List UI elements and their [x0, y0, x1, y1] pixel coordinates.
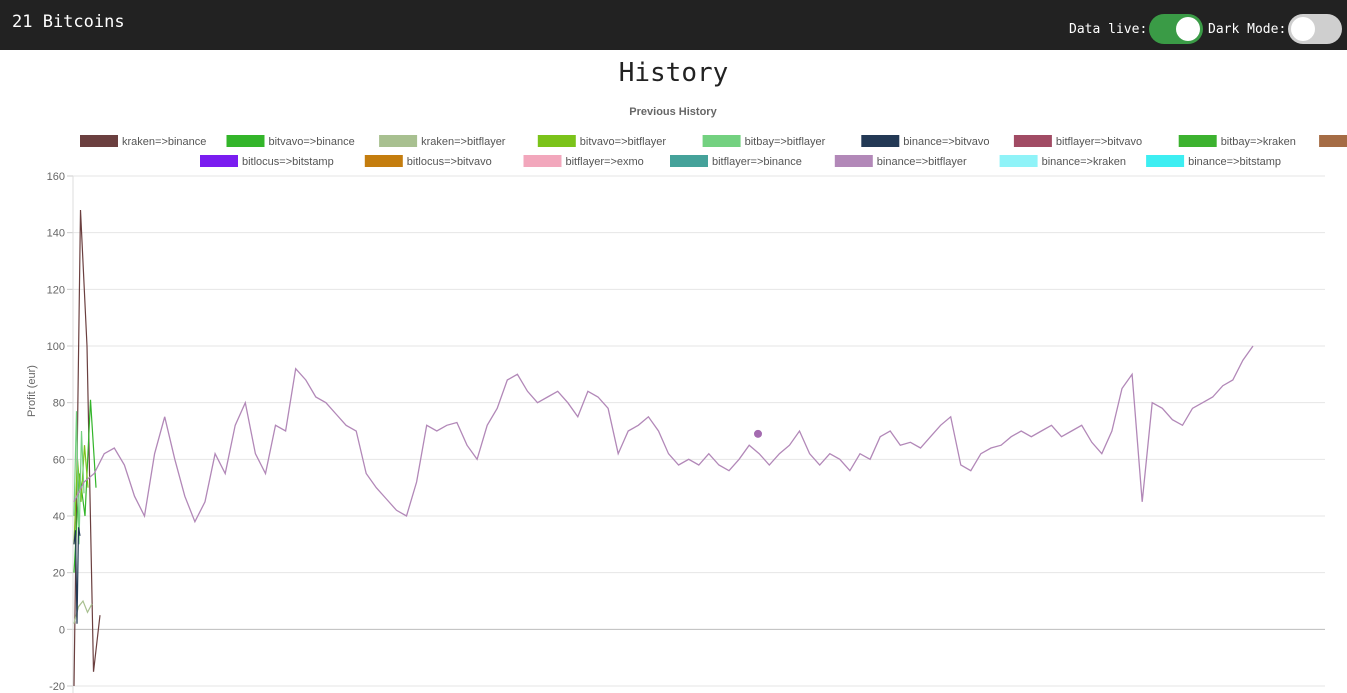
data-live-switch-knob [1176, 17, 1201, 41]
y-tick-label-5: 80 [53, 398, 65, 410]
legend-swatch-12 [670, 155, 708, 167]
dark-mode-label: Dark Mode: [1208, 21, 1287, 37]
y-tick-label-8: 140 [47, 228, 65, 240]
dark-mode-toggle-group: Dark Mode: [1208, 14, 1343, 44]
legend-label-3: bitvavo=>bitflayer [580, 136, 667, 148]
legend-swatch-1 [226, 135, 265, 147]
legend-label-10: bitlocus=>bitvavo [407, 156, 492, 168]
legend-swatch-5 [861, 135, 900, 147]
legend-swatch-0 [80, 135, 118, 147]
legend-label-13: binance=>bitflayer [877, 156, 967, 168]
legend-label-6: bitflayer=>bitvavo [1056, 136, 1142, 148]
legend-swatch-10 [364, 155, 403, 167]
top-navbar: 21 Bitcoins Data live: Dark Mode: [0, 0, 1347, 50]
legend-label-12: bitflayer=>binance [712, 156, 802, 168]
data-live-label: Data live: [1069, 21, 1148, 37]
legend-swatch-9 [200, 155, 238, 167]
brand-title[interactable]: 21 Bitcoins [12, 12, 125, 32]
legend-swatch-15 [1146, 155, 1185, 167]
y-tick-label-4: 60 [53, 454, 65, 466]
legend-swatch-6 [1013, 135, 1052, 147]
legend-swatch-13 [834, 155, 873, 167]
dark-mode-switch-knob [1291, 17, 1316, 41]
legend-swatch-11 [523, 155, 562, 167]
legend-label-2: kraken=>bitflayer [421, 136, 506, 148]
y-tick-label-3: 40 [53, 511, 65, 523]
legend-label-11: bitflayer=>exmo [566, 156, 644, 168]
legend-swatch-8 [1319, 135, 1347, 147]
chart-title: Previous History [629, 106, 717, 118]
y-tick-label-7: 120 [47, 284, 65, 296]
legend-label-5: binance=>bitvavo [903, 136, 989, 148]
y-tick-label-9: 160 [47, 171, 65, 183]
legend-label-9: bitlocus=>bitstamp [242, 156, 334, 168]
legend-label-4: bitbay=>bitflayer [745, 136, 826, 148]
dark-mode-switch[interactable] [1288, 14, 1343, 44]
legend-label-7: bitbay=>kraken [1221, 136, 1296, 148]
legend-swatch-14 [999, 155, 1038, 167]
y-tick-label-0: -20 [49, 681, 65, 693]
hover-point [754, 429, 762, 438]
history-chart[interactable]: Previous History kraken=>binance bitvavo=>… [0, 96, 1347, 693]
series-line-13 [73, 345, 1254, 524]
y-tick-label-6: 100 [47, 341, 65, 353]
y-axis-label: Profit (eur) [26, 365, 38, 417]
legend-label-1: bitvavo=>binance [269, 136, 355, 148]
data-live-switch[interactable] [1149, 14, 1204, 44]
legend-label-0: kraken=>binance [122, 136, 206, 148]
legend-swatch-4 [702, 135, 741, 147]
y-tick-label-1: 0 [59, 624, 65, 636]
y-tick-label-2: 20 [53, 568, 65, 580]
legend-swatch-2 [379, 135, 418, 147]
page-title: History [618, 58, 729, 88]
legend-swatch-3 [537, 135, 576, 147]
data-live-toggle-group: Data live: [1069, 14, 1204, 44]
legend-label-14: binance=>kraken [1042, 156, 1126, 168]
legend-swatch-7 [1178, 135, 1217, 147]
series-line-0 [73, 209, 101, 687]
legend-label-15: binance=>bitstamp [1188, 156, 1281, 168]
